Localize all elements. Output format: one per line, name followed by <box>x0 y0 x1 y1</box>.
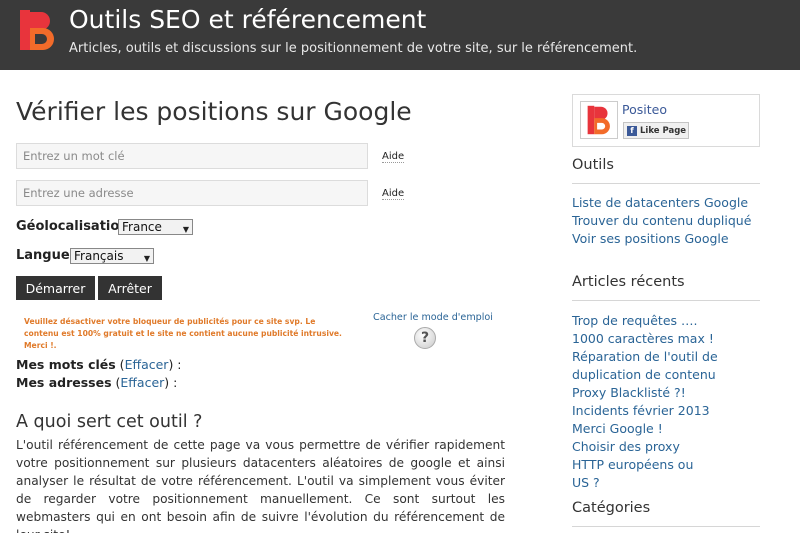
my-keywords-line: Mes mots clés (Effacer) : <box>16 357 182 372</box>
my-addresses-line: Mes adresses (Effacer) : <box>16 375 177 390</box>
address-help-link[interactable]: Aide <box>382 188 405 200</box>
question-mark-icon[interactable]: ? <box>414 327 436 349</box>
sidebar-article-link[interactable]: Proxy Blacklisté ?! <box>572 384 767 402</box>
start-button[interactable]: Démarrer <box>16 276 95 300</box>
sidebar-outils-title: Outils <box>572 157 614 173</box>
chevron-down-icon: ▼ <box>143 254 150 263</box>
site-title[interactable]: Outils SEO et référencement <box>69 5 426 34</box>
adblock-notice: Veuillez désactiver votre bloqueur de pu… <box>24 317 342 350</box>
my-keywords-open-paren: ( <box>115 357 125 372</box>
divider <box>572 526 760 527</box>
sidebar-article-link[interactable]: Réparation de l'outil de duplication de … <box>572 348 722 384</box>
sidebar-link[interactable]: Trouver du contenu dupliqué <box>572 212 767 230</box>
facebook-f-icon: f <box>627 125 637 136</box>
page-title: Vérifier les positions sur Google <box>16 97 412 126</box>
site-header: Outils SEO et référencement Articles, ou… <box>0 0 800 70</box>
sidebar-articles-title: Articles récents <box>572 274 685 290</box>
positeo-logo-icon[interactable] <box>17 8 59 56</box>
geolocation-selected-value: France <box>122 220 162 234</box>
clear-keywords-link[interactable]: Effacer <box>125 357 169 372</box>
stop-button[interactable]: Arrêter <box>98 276 162 300</box>
my-addresses-label: Mes adresses <box>16 375 112 390</box>
chevron-down-icon: ▼ <box>182 225 189 234</box>
my-keywords-label: Mes mots clés <box>16 357 116 372</box>
sidebar-article-link[interactable]: Incidents février 2013 Merci Google ! <box>572 402 742 438</box>
sidebar-link[interactable]: Voir ses positions Google <box>572 230 767 248</box>
language-select[interactable]: Français ▼ <box>70 248 154 264</box>
facebook-like-button[interactable]: f Like Page <box>623 122 689 139</box>
my-keywords-close: ) : <box>168 357 182 372</box>
sidebar-article-link[interactable]: Trop de requêtes …. 1000 caractères max … <box>572 312 732 348</box>
language-selected-value: Français <box>74 249 124 263</box>
facebook-page-widget: Positeo f Like Page <box>572 94 760 147</box>
sidebar-article-link[interactable]: Choisir des proxy HTTP européens ou US ? <box>572 438 712 492</box>
facebook-like-label: Like Page <box>640 125 687 136</box>
facebook-page-name[interactable]: Positeo <box>622 102 667 117</box>
clear-addresses-link[interactable]: Effacer <box>120 375 164 390</box>
section-title: A quoi sert cet outil ? <box>16 412 203 432</box>
section-body: L'outil référencement de cette page va v… <box>16 438 505 533</box>
divider <box>572 183 760 184</box>
divider <box>572 300 760 301</box>
keyword-input[interactable] <box>16 143 368 169</box>
keyword-help-link[interactable]: Aide <box>382 151 405 163</box>
sidebar-categories-title: Catégories <box>572 500 651 516</box>
my-addresses-close: ) : <box>164 375 178 390</box>
positeo-logo-icon[interactable] <box>580 101 618 139</box>
hide-instructions-link[interactable]: Cacher le mode d'emploi <box>373 312 493 323</box>
sidebar-link[interactable]: Liste de datacenters Google <box>572 194 767 212</box>
geolocation-select[interactable]: France ▼ <box>118 219 193 235</box>
site-description: Articles, outils et discussions sur le p… <box>69 41 638 56</box>
address-input[interactable] <box>16 180 368 206</box>
